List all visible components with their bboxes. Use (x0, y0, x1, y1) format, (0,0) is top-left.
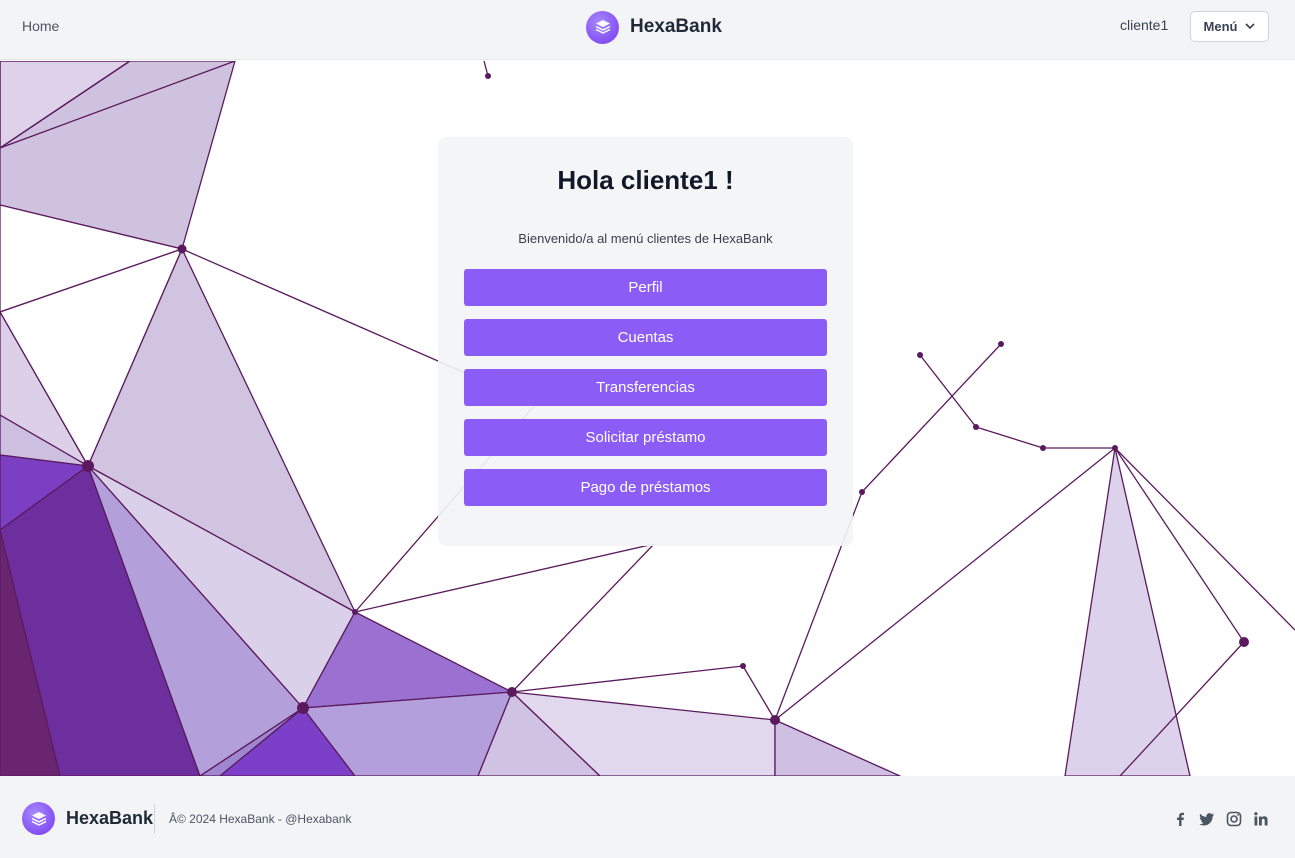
page-title: Hola cliente1 ! (557, 165, 734, 195)
menu-dropdown-button[interactable]: Menú (1190, 11, 1269, 42)
brand-name: HexaBank (630, 16, 722, 37)
footer-brand[interactable]: HexaBank (22, 802, 153, 835)
hexabank-logo-icon (22, 802, 55, 835)
facebook-icon[interactable] (1172, 811, 1188, 827)
instagram-icon[interactable] (1226, 811, 1242, 827)
transferencias-button[interactable]: Transferencias (464, 369, 827, 406)
top-navbar: Home HexaBank cliente1 Menú (0, 0, 1295, 60)
footer: HexaBank Â© 2024 HexaBank - @Hexabank (0, 776, 1295, 858)
welcome-subtitle: Bienvenido/a al menú clientes de HexaBan… (518, 231, 773, 246)
twitter-icon[interactable] (1199, 811, 1215, 827)
footer-brand-name: HexaBank (66, 808, 154, 828)
perfil-button[interactable]: Perfil (464, 269, 827, 306)
cuentas-button[interactable]: Cuentas (464, 319, 827, 356)
chevron-down-icon (1245, 23, 1256, 30)
footer-divider (154, 804, 155, 834)
copyright-text: Â© 2024 HexaBank - @Hexabank (169, 812, 352, 826)
social-links (1172, 811, 1269, 827)
menu-dropdown-label: Menú (1203, 19, 1238, 34)
linkedin-icon[interactable] (1253, 811, 1269, 827)
hexabank-logo-icon (586, 10, 619, 44)
current-user-name: cliente1 (1120, 17, 1169, 33)
home-link[interactable]: Home (22, 18, 59, 34)
client-menu-card: Hola cliente1 ! Bienvenido/a al menú cli… (438, 137, 853, 546)
header-brand[interactable]: HexaBank (586, 10, 722, 44)
pago-prestamos-button[interactable]: Pago de préstamos (464, 469, 827, 506)
solicitar-prestamo-button[interactable]: Solicitar préstamo (464, 419, 827, 456)
